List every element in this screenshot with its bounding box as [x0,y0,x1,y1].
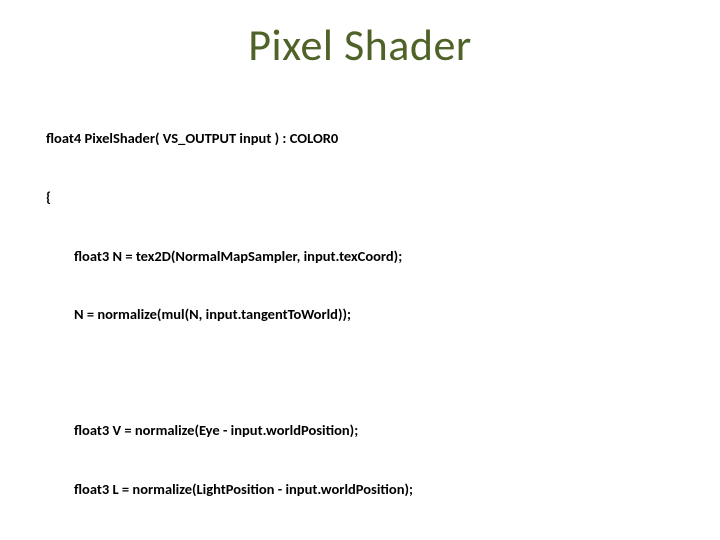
code-line: N = normalize(mul(N, input.tangentToWorl… [46,305,690,325]
blank-line [46,364,690,382]
code-line: float3 V = normalize(Eye - input.worldPo… [46,421,690,441]
slide: Pixel Shader float4 PixelShader( VS_OUTP… [0,18,720,540]
code-block: float4 PixelShader( VS_OUTPUT input ) : … [46,90,690,540]
code-line: float3 L = normalize(LightPosition - inp… [46,480,690,500]
code-line: { [46,188,690,208]
slide-title: Pixel Shader [0,18,720,72]
code-line: float3 N = tex2D(NormalMapSampler, input… [46,247,690,267]
code-line: float4 PixelShader( VS_OUTPUT input ) : … [46,129,690,149]
